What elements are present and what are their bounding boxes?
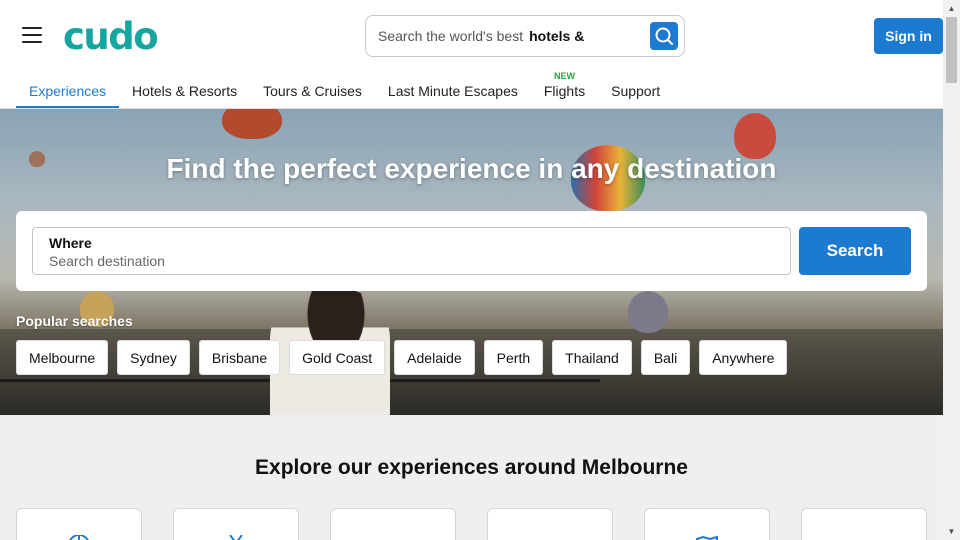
nav-tab-hotels-resorts[interactable]: Hotels & Resorts (119, 70, 250, 108)
nav-tab-label: Hotels & Resorts (132, 83, 238, 99)
header-search-bar[interactable]: Search the world's best hotels & (365, 15, 685, 57)
scroll-down-arrow-icon[interactable]: ▼ (943, 523, 960, 540)
where-field[interactable]: Where (32, 227, 791, 275)
cudo-logo[interactable]: cudo (63, 15, 159, 58)
page: cudo Search the world's best hotels & Si… (0, 0, 943, 540)
nav-tab-experiences[interactable]: Experiences (16, 70, 120, 108)
header-search-placeholder: Search the world's best (378, 28, 524, 44)
nav-tab-label: Support (611, 83, 661, 99)
destination-search-card: Where Search (16, 211, 927, 291)
vertical-scrollbar[interactable]: ▲ ▼ (943, 0, 960, 540)
scroll-up-arrow-icon[interactable]: ▲ (943, 0, 960, 17)
nav-tab-label: Experiences (29, 83, 107, 99)
chip-anywhere[interactable]: Anywhere (699, 340, 788, 375)
nav-tab-last-minute-escapes[interactable]: Last Minute Escapes (375, 70, 531, 108)
nav-tab-support[interactable]: Support (598, 70, 673, 108)
hero-title: Find the perfect experience in any desti… (166, 153, 777, 184)
search-button[interactable]: Search (799, 227, 911, 275)
nav-tab-flights[interactable]: NEW Flights (531, 70, 598, 108)
destination-input[interactable] (49, 253, 774, 269)
category-cards (16, 508, 927, 540)
nav-tab-label: Flights (543, 83, 586, 99)
hamburger-menu-icon[interactable] (22, 27, 42, 45)
site-header: cudo Search the world's best hotels & Si… (0, 0, 943, 109)
main-nav: Experiences Hotels & Resorts Tours & Cru… (16, 70, 673, 109)
pin-icon (539, 535, 561, 540)
chip-adelaide[interactable]: Adelaide (394, 340, 475, 375)
chip-melbourne[interactable]: Melbourne (16, 340, 109, 375)
category-card[interactable] (801, 508, 927, 540)
popular-searches-label: Popular searches (16, 313, 133, 329)
category-card[interactable] (644, 508, 770, 540)
chip-thailand[interactable]: Thailand (552, 340, 632, 375)
new-badge: NEW (553, 71, 575, 81)
header-search-highlight: hotels & (529, 28, 585, 44)
chip-gold-coast[interactable]: Gold Coast (289, 340, 386, 375)
search-icon (655, 27, 674, 46)
nav-tab-label: Tours & Cruises (263, 83, 362, 99)
header-search-button[interactable] (650, 22, 678, 50)
sign-in-button[interactable]: Sign in (874, 18, 943, 54)
chip-sydney[interactable]: Sydney (117, 340, 190, 375)
category-card[interactable] (487, 508, 613, 540)
chip-perth[interactable]: Perth (483, 340, 544, 375)
nav-tab-tours-cruises[interactable]: Tours & Cruises (250, 70, 375, 108)
hot-air-balloon (222, 109, 282, 139)
category-card[interactable] (330, 508, 456, 540)
map-icon (696, 535, 718, 540)
scrollbar-thumb[interactable] (946, 17, 957, 83)
category-card[interactable] (173, 508, 299, 540)
explore-section-title: Explore our experiences around Melbourne (255, 456, 688, 479)
where-label: Where (49, 235, 92, 251)
mountain-icon (382, 535, 404, 540)
hot-air-balloon (628, 291, 668, 333)
hero-banner: Find the perfect experience in any desti… (0, 109, 943, 415)
utensils-icon (229, 535, 243, 540)
globe-icon (69, 535, 89, 540)
popular-searches-list: Melbourne Sydney Brisbane Gold Coast Ade… (16, 340, 788, 375)
chip-brisbane[interactable]: Brisbane (198, 340, 281, 375)
category-card[interactable] (16, 508, 142, 540)
nav-tab-label: Last Minute Escapes (387, 83, 518, 99)
chip-bali[interactable]: Bali (640, 340, 691, 375)
